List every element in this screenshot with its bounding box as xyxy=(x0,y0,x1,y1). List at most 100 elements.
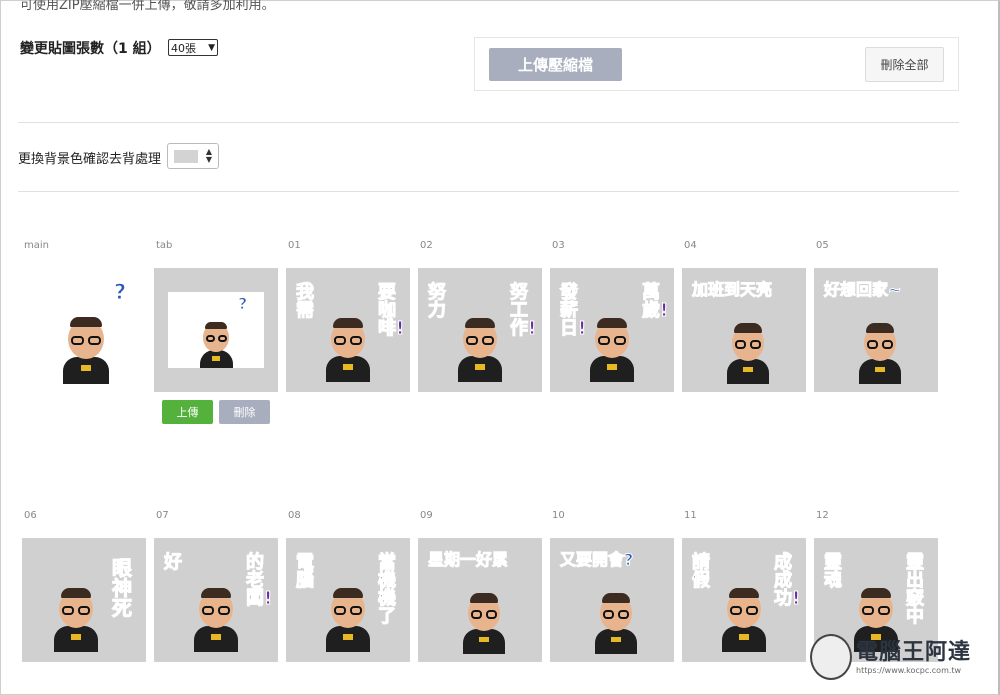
crown-icon xyxy=(211,634,221,640)
slot-label: 10 xyxy=(552,510,565,521)
sticker-count-select[interactable]: 40張 ▼ xyxy=(168,39,218,56)
character-hair xyxy=(70,316,102,328)
glasses-icon xyxy=(862,606,874,615)
character-hair xyxy=(861,588,891,598)
select-arrows-icon: ▲ ▼ xyxy=(205,147,212,164)
glasses-icon xyxy=(88,335,101,346)
sticker-image: 又要開會? xyxy=(28,274,140,386)
glasses-icon xyxy=(734,340,747,349)
glasses-icon xyxy=(485,610,498,619)
sticker-caption: 努工作! xyxy=(510,282,537,339)
background-color-select[interactable]: ▲ ▼ xyxy=(167,143,219,169)
sticker-caption: 又要開會? xyxy=(173,294,248,313)
chevron-down-icon: ▼ xyxy=(208,42,215,53)
glasses-icon xyxy=(749,340,762,349)
crown-icon xyxy=(475,364,485,370)
sticker-image: 努力 努工作! xyxy=(424,274,537,386)
glasses-icon xyxy=(482,336,494,345)
watermark-url: https://www.kocpc.com.tw xyxy=(856,666,962,675)
glasses-icon xyxy=(350,606,362,615)
slot-label: tab xyxy=(156,240,173,251)
glasses-icon xyxy=(866,340,879,349)
crown-icon xyxy=(479,636,489,643)
slot-label: 04 xyxy=(684,240,697,251)
glasses-icon xyxy=(205,335,215,342)
character-hair xyxy=(469,593,499,603)
sticker-caption: 星期一好累 xyxy=(427,550,509,569)
site-watermark: 電腦王阿達 https://www.kocpc.com.tw xyxy=(808,630,988,686)
sticker-count-value: 40張 xyxy=(171,41,196,55)
glasses-icon xyxy=(881,340,894,349)
character-hair xyxy=(333,588,363,598)
slot-label: 08 xyxy=(288,510,301,521)
sticker-slot[interactable]: 發薪日! 萬歲! xyxy=(550,268,674,392)
glasses-icon xyxy=(617,610,630,619)
sticker-slot[interactable]: 好 的老闆! xyxy=(154,538,278,662)
sticker-image: 又要開會? xyxy=(556,544,668,656)
glasses-icon xyxy=(334,606,346,615)
sticker-slot[interactable]: 請假 成成功! xyxy=(682,538,806,662)
sticker-slot[interactable]: 努力 努工作! xyxy=(418,268,542,392)
character-hair xyxy=(865,323,895,333)
crown-icon xyxy=(739,634,749,640)
glasses-icon xyxy=(78,606,90,615)
crown-icon xyxy=(743,366,753,373)
sticker-caption: 要咖啡! xyxy=(378,282,405,339)
character-hair xyxy=(597,318,627,328)
character-hair xyxy=(333,318,363,328)
crown-icon xyxy=(80,365,92,372)
sticker-caption: 加班到天亮 xyxy=(691,280,773,299)
character-hair xyxy=(201,588,231,598)
delete-all-button[interactable]: 刪除全部 xyxy=(865,47,944,82)
sticker-caption: 靈魂 xyxy=(824,552,843,591)
slot-label: 09 xyxy=(420,510,433,521)
crown-icon xyxy=(71,634,81,640)
sticker-image: 好想回家~ xyxy=(820,274,932,386)
sticker-slot[interactable]: 電腦 當機機了 xyxy=(286,538,410,662)
sticker-slot[interactable]: 又要開會? xyxy=(550,538,674,662)
sticker-image: 請假 成成功! xyxy=(688,544,801,656)
crown-icon xyxy=(875,366,885,373)
sticker-caption: 又要開會? xyxy=(29,280,127,304)
glasses-icon xyxy=(71,335,84,346)
slot-label: main xyxy=(24,240,49,251)
sticker-slot[interactable]: 星期一好累 xyxy=(418,538,542,662)
sticker-slot[interactable]: 好想回家~ xyxy=(814,268,938,392)
sticker-caption: 萬歲! xyxy=(642,282,669,321)
upload-tab-button[interactable]: 上傳 xyxy=(162,400,213,424)
sticker-caption: 請假 xyxy=(692,552,711,591)
character-hair xyxy=(729,588,759,598)
glasses-icon xyxy=(730,606,742,615)
sticker-caption: 成成功! xyxy=(774,552,801,609)
zip-upload-panel: 上傳壓縮檔 刪除全部 xyxy=(474,37,959,91)
glasses-icon xyxy=(470,610,483,619)
sticker-slot[interactable]: 眼神死 xyxy=(22,538,146,662)
upload-zip-button[interactable]: 上傳壓縮檔 xyxy=(489,48,622,81)
sticker-image: 眼神死 xyxy=(28,544,140,656)
sticker-image: 好 的老闆! xyxy=(160,544,273,656)
crown-icon xyxy=(212,356,220,361)
sticker-caption: 發薪日! xyxy=(560,282,587,339)
main-image-slot[interactable]: 又要開會? xyxy=(22,268,146,392)
slot-label: 01 xyxy=(288,240,301,251)
sticker-caption: 努力 xyxy=(428,282,447,321)
slot-label: 02 xyxy=(420,240,433,251)
glasses-icon xyxy=(878,606,890,615)
tab-image: 又要開會? xyxy=(168,292,264,368)
delete-tab-button[interactable]: 刪除 xyxy=(219,400,270,424)
crown-icon xyxy=(607,364,617,370)
intro-text: 可使用ZIP壓縮檔一併上傳，敬請多加利用。 xyxy=(20,0,275,13)
crown-icon xyxy=(611,636,621,643)
sticker-caption: 的老闆! xyxy=(246,552,273,609)
glasses-icon xyxy=(217,335,227,342)
divider xyxy=(18,191,959,192)
sticker-image: 加班到天亮 xyxy=(688,274,800,386)
sticker-image: 我需 要咖啡! xyxy=(292,274,405,386)
slot-label: 05 xyxy=(816,240,829,251)
slot-label: 12 xyxy=(816,510,829,521)
sticker-image: 電腦 當機機了 xyxy=(292,544,404,656)
glasses-icon xyxy=(334,336,346,345)
tab-image-slot[interactable]: 又要開會? xyxy=(154,268,278,392)
sticker-slot[interactable]: 我需 要咖啡! xyxy=(286,268,410,392)
sticker-slot[interactable]: 加班到天亮 xyxy=(682,268,806,392)
